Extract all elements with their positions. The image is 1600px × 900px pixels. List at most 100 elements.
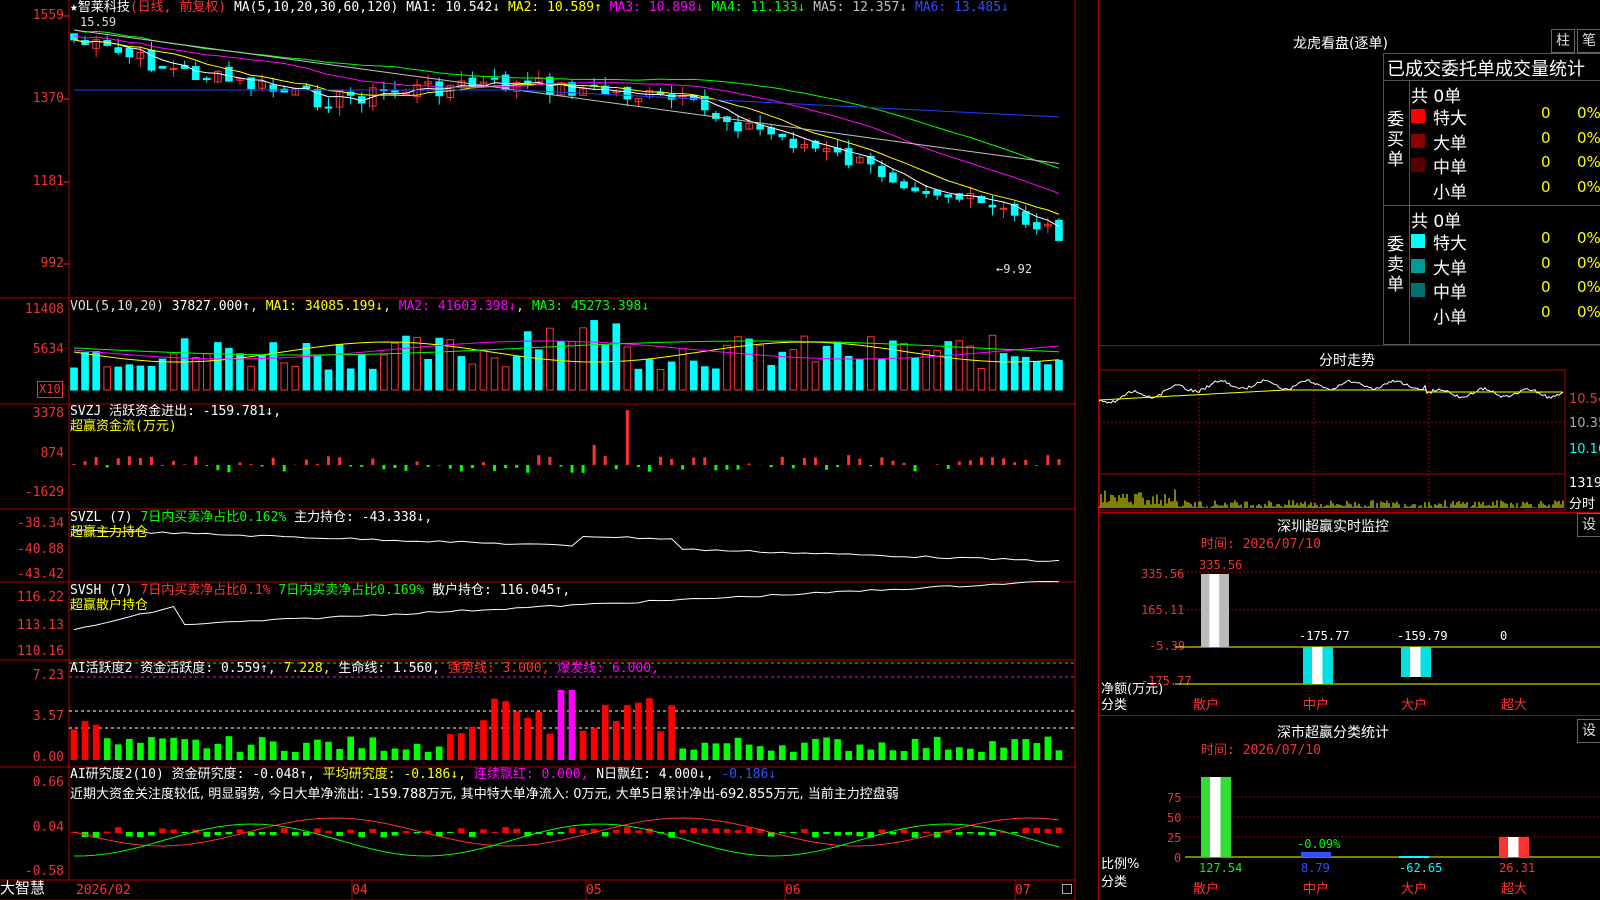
- flow-bar: [847, 455, 851, 465]
- activity-bar: [679, 748, 686, 760]
- low-price-marker: ←9.92: [996, 262, 1033, 276]
- volume-bar: [269, 342, 278, 391]
- svzl-axis-label: -40.88: [17, 542, 64, 557]
- chart-area[interactable]: ★智莱科技(日线, 前复权) MA(5,10,20,30,60,120) MA1…: [0, 0, 1076, 900]
- lock-icon[interactable]: [1062, 884, 1072, 894]
- svsh-axis-label: 116.22: [17, 590, 64, 605]
- flow-bar: [338, 457, 342, 465]
- flow-bar: [880, 457, 884, 465]
- flow-bar: [382, 465, 386, 470]
- volume-bar: [634, 368, 643, 391]
- chart-canvas[interactable]: [0, 0, 1076, 900]
- flow-bar: [1002, 458, 1006, 465]
- activity-bar: [435, 746, 443, 760]
- activity-bar: [524, 717, 532, 760]
- volume-bar: [756, 344, 764, 391]
- volume-bar: [180, 338, 189, 391]
- vol-header: VOL(5,10,20) 37827.000↑, MA1: 34085.199↓…: [70, 299, 650, 314]
- activity-bar: [314, 739, 321, 760]
- candle-body: [468, 77, 477, 87]
- activity-bar: [214, 743, 222, 760]
- volume-bar: [844, 355, 853, 391]
- flow-bar: [1013, 462, 1017, 465]
- research-bar: [624, 827, 631, 833]
- price-axis-label: 992: [40, 256, 64, 271]
- research-bar: [834, 832, 841, 836]
- activity-bar: [856, 744, 864, 760]
- activity-bar: [745, 744, 753, 760]
- ma5-value: MA5: 12.357↓: [813, 0, 908, 15]
- activity-bar: [778, 745, 786, 760]
- volume-bar: [800, 335, 809, 391]
- flow-bar: [681, 465, 685, 470]
- volume-bar: [878, 358, 886, 391]
- flow-bar: [470, 465, 474, 469]
- volume-bar: [302, 343, 311, 391]
- candle-body: [789, 138, 798, 149]
- ai-activity-header: AI活跃度2 资金活跃度: 0.559↑, 7.228, 生命线: 1.560,…: [70, 661, 659, 676]
- ai1-axis-label: 3.57: [32, 709, 64, 724]
- activity-bar: [900, 750, 908, 760]
- flow-bar: [968, 460, 972, 465]
- activity-bar: [148, 737, 155, 760]
- research-bar: [790, 832, 797, 834]
- activity-bar: [911, 738, 919, 760]
- ma6-line: [74, 89, 1059, 118]
- volume-bar: [512, 356, 521, 391]
- flow-bar: [636, 465, 640, 468]
- volume-bar: [147, 365, 156, 391]
- volume-bar: [955, 340, 964, 391]
- candle-body: [391, 90, 399, 93]
- activity-bar: [369, 737, 377, 760]
- svsh-label: SVSH (7): [70, 583, 133, 598]
- activity-bar: [424, 751, 432, 760]
- research-bar: [269, 832, 277, 836]
- candle-body: [944, 194, 953, 198]
- research-bar: [325, 830, 332, 833]
- svzl-label: SVZL (7): [70, 510, 133, 525]
- flow-bar: [260, 465, 264, 467]
- flow-bar: [304, 459, 308, 465]
- flow-bar: [813, 457, 817, 465]
- flow-bar: [614, 465, 618, 470]
- flow-bar: [515, 465, 519, 468]
- vol-ma1: MA1: 34085.199↓: [265, 299, 384, 314]
- ai2-axis-label: 0.04: [32, 820, 64, 835]
- flow-bar: [161, 465, 165, 466]
- activity-bar: [812, 738, 819, 760]
- research-bar: [181, 832, 188, 834]
- flow-bar: [205, 465, 209, 466]
- flow-bar: [327, 456, 331, 465]
- volume-bar: [368, 368, 377, 391]
- flow-bar: [647, 465, 651, 472]
- candle-body: [1010, 203, 1019, 216]
- research-bar: [745, 827, 753, 833]
- vol-axis-label: 5634: [32, 342, 64, 357]
- favorite-star-icon[interactable]: ★: [70, 0, 78, 15]
- candle-body: [900, 181, 908, 189]
- activity-bar: [1000, 747, 1007, 760]
- svzl-main: 主力持仓: -43.338↓,: [294, 510, 433, 525]
- activity-bar: [767, 750, 775, 760]
- vol-ma2-line: [73, 340, 1059, 360]
- candle-body: [911, 187, 919, 192]
- period-label[interactable]: (日线, 前复权): [130, 0, 226, 15]
- high-price-marker: 15.59: [80, 15, 117, 29]
- research-bar: [978, 832, 985, 835]
- activity-bar: [933, 736, 941, 760]
- volume-bar: [291, 365, 300, 391]
- research-bar: [103, 831, 111, 833]
- flow-bar: [72, 463, 76, 465]
- flow-bar: [659, 456, 663, 465]
- activity-bar: [612, 720, 620, 760]
- activity-bar: [446, 734, 454, 760]
- volume-bar: [402, 335, 410, 391]
- volume-bar: [335, 344, 344, 391]
- activity-bar: [557, 690, 565, 760]
- activity-bar: [834, 739, 841, 760]
- research-bar: [502, 827, 509, 833]
- research-bar: [203, 832, 211, 837]
- flow-bar: [238, 462, 242, 465]
- research-bar: [568, 827, 576, 833]
- svzl-ratio: 7日内买卖净占比0.162%: [140, 510, 287, 525]
